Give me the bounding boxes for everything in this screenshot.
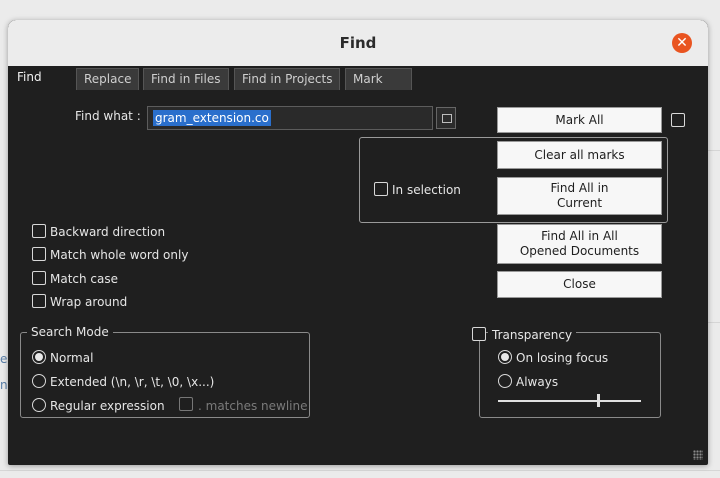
- tab-bar: Find Replace Find in Files Find in Proje…: [8, 67, 708, 91]
- on-losing-focus-label: On losing focus: [516, 351, 609, 365]
- find-what-input[interactable]: gram_extension.co: [147, 106, 433, 130]
- title-bar: Find ✕: [8, 20, 708, 66]
- extended-label: Extended (\n, \r, \t, \0, \x...): [50, 375, 215, 389]
- search-mode-title: Search Mode: [27, 325, 113, 339]
- background-divider: [0, 470, 720, 471]
- match-whole-word-checkbox[interactable]: [32, 247, 46, 261]
- tab-replace[interactable]: Replace: [76, 68, 140, 90]
- wrap-around-label: Wrap around: [50, 295, 128, 309]
- backward-direction-label: Backward direction: [50, 225, 166, 239]
- tab-find[interactable]: Find: [10, 67, 49, 91]
- wrap-around-checkbox[interactable]: [32, 294, 46, 308]
- close-window-button[interactable]: ✕: [672, 33, 692, 53]
- on-losing-focus-radio[interactable]: [498, 350, 512, 364]
- normal-label: Normal: [50, 351, 94, 365]
- tab-find-in-projects[interactable]: Find in Projects: [234, 68, 341, 90]
- matches-newline-checkbox[interactable]: [179, 397, 193, 411]
- find-dialog: Find ✕ Find Replace Find in Files Find i…: [8, 20, 708, 465]
- transparency-slider-track[interactable]: [498, 400, 641, 402]
- tab-find-in-files[interactable]: Find in Files: [143, 68, 229, 90]
- match-case-label: Match case: [50, 272, 119, 286]
- find-all-in-current-button[interactable]: Find All in Current: [497, 177, 662, 215]
- close-icon: ✕: [676, 35, 688, 51]
- match-case-checkbox[interactable]: [32, 271, 46, 285]
- always-radio[interactable]: [498, 374, 512, 388]
- transparency-slider-handle[interactable]: [597, 394, 600, 407]
- transparency-title: Transparency: [488, 328, 577, 342]
- mark-all-option-checkbox[interactable]: [671, 113, 685, 127]
- find-what-label: Find what :: [75, 109, 141, 123]
- find-all-in-all-opened-documents-button[interactable]: Find All in All Opened Documents: [497, 224, 662, 264]
- in-selection-checkbox[interactable]: [374, 182, 388, 196]
- in-selection-label: In selection: [392, 183, 461, 197]
- background-text: e: [0, 352, 8, 366]
- background-text: n: [0, 378, 8, 392]
- clear-all-marks-button[interactable]: Clear all marks: [497, 141, 662, 169]
- close-button[interactable]: Close: [497, 271, 662, 298]
- matches-newline-label: . matches newline: [198, 399, 308, 413]
- normal-radio[interactable]: [32, 350, 46, 364]
- find-what-value: gram_extension.co: [153, 110, 271, 126]
- dialog-title: Find: [339, 34, 377, 52]
- always-label: Always: [516, 375, 559, 389]
- match-whole-word-label: Match whole word only: [50, 248, 189, 262]
- regular-expression-radio[interactable]: [32, 398, 46, 412]
- mark-all-button[interactable]: Mark All: [497, 107, 662, 133]
- regular-expression-label: Regular expression: [50, 399, 165, 413]
- backward-direction-checkbox[interactable]: [32, 224, 46, 238]
- tab-mark[interactable]: Mark: [345, 68, 412, 90]
- resize-grip-icon[interactable]: [693, 450, 703, 460]
- transparency-checkbox[interactable]: [472, 327, 486, 341]
- extended-radio[interactable]: [32, 374, 46, 388]
- find-history-dropdown-button[interactable]: [436, 107, 456, 129]
